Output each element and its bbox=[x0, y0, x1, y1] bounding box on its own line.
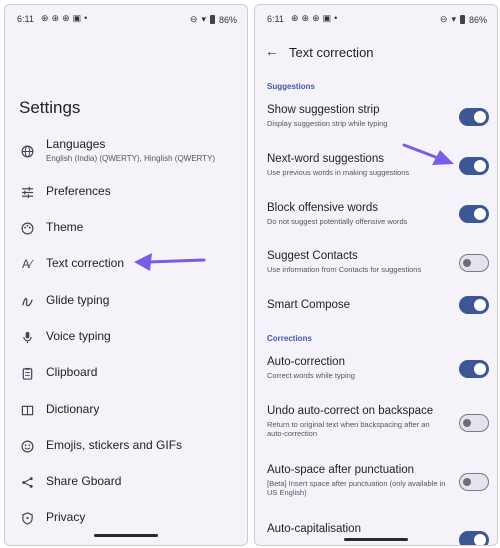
text-correction-icon: A∕ bbox=[21, 257, 32, 271]
setting-undo-auto-correct[interactable]: Undo auto-correct on backspace Return to… bbox=[267, 404, 489, 438]
battery-icon bbox=[209, 15, 215, 24]
settings-item-label: Privacy bbox=[46, 510, 86, 524]
shield-icon bbox=[19, 510, 35, 526]
wifi-icon: ▾ bbox=[451, 14, 456, 24]
setting-sublabel: Return to original text when backspacing… bbox=[267, 420, 430, 438]
setting-sublabel: [Beta] Insert space after punctuation (o… bbox=[267, 479, 446, 497]
setting-label: Show suggestion strip bbox=[267, 104, 380, 116]
gesture-bar[interactable] bbox=[344, 538, 408, 541]
status-bar: 6:11 ⊕⊕⊕▣• ⊖ ▾ 86% bbox=[255, 5, 497, 31]
settings-item-preferences[interactable]: Preferences bbox=[5, 177, 247, 207]
toggle-auto-space[interactable] bbox=[459, 473, 489, 491]
dnd-icon: ⊖ bbox=[189, 14, 198, 24]
page-title: Settings bbox=[19, 98, 81, 117]
annotation-arrow-icon bbox=[402, 143, 454, 165]
status-bar: 6:11 ⊕⊕⊕▣• ⊖ ▾ 86% bbox=[5, 5, 247, 31]
settings-item-label: Dictionary bbox=[46, 402, 100, 416]
annotation-arrow-icon bbox=[134, 253, 206, 271]
section-header-corrections: Corrections bbox=[267, 334, 312, 343]
share-icon bbox=[19, 474, 35, 490]
setting-show-suggestion-strip[interactable]: Show suggestion strip Display suggestion… bbox=[267, 103, 489, 128]
setting-label: Smart Compose bbox=[267, 299, 351, 311]
settings-item-label: Preferences bbox=[46, 184, 111, 198]
toggle-smart-compose[interactable] bbox=[459, 296, 489, 314]
setting-label: Auto-correction bbox=[267, 356, 345, 368]
settings-screen: 6:11 ⊕⊕⊕▣• ⊖ ▾ 86% Settings Languages En… bbox=[4, 4, 248, 546]
battery-level: 86% bbox=[218, 14, 237, 25]
settings-item-clipboard[interactable]: Clipboard bbox=[5, 358, 247, 388]
palette-icon bbox=[19, 220, 35, 236]
status-right: ⊖ ▾ 86% bbox=[190, 14, 237, 25]
status-time: 6:11 bbox=[267, 14, 284, 24]
section-header-suggestions: Suggestions bbox=[267, 82, 316, 91]
notification-icons: ⊕⊕⊕▣• bbox=[291, 13, 341, 23]
text-correction-screen: 6:11 ⊕⊕⊕▣• ⊖ ▾ 86% ← Text correction Sug… bbox=[254, 4, 498, 546]
setting-sublabel: Correct words while typing bbox=[267, 371, 355, 380]
page-title: Text correction bbox=[289, 45, 374, 60]
book-icon bbox=[19, 402, 35, 418]
settings-item-theme[interactable]: Theme bbox=[5, 213, 247, 243]
toggle-auto-correction[interactable] bbox=[459, 360, 489, 378]
setting-label: Block offensive words bbox=[267, 202, 379, 214]
settings-item-sublabel: English (India) (QWERTY), Hinglish (QWER… bbox=[46, 154, 216, 163]
setting-label: Suggest Contacts bbox=[267, 250, 358, 262]
setting-smart-compose[interactable]: Smart Compose bbox=[267, 298, 489, 312]
app-bar: ← Text correction bbox=[255, 38, 497, 68]
settings-item-share-gboard[interactable]: Share Gboard bbox=[5, 467, 247, 497]
settings-item-label: Text correction bbox=[46, 256, 125, 270]
setting-block-offensive-words[interactable]: Block offensive words Do not suggest pot… bbox=[267, 201, 489, 226]
setting-label: Auto-space after punctuation bbox=[267, 464, 415, 476]
settings-item-glide-typing[interactable]: Glide typing bbox=[5, 286, 247, 316]
settings-item-dictionary[interactable]: Dictionary bbox=[5, 395, 247, 425]
setting-sublabel: Do not suggest potentially offensive wor… bbox=[267, 217, 408, 226]
settings-item-text-correction[interactable]: A∕ Text correction bbox=[5, 249, 247, 279]
clipboard-icon bbox=[19, 365, 35, 381]
settings-item-label: Glide typing bbox=[46, 293, 110, 307]
setting-auto-correction[interactable]: Auto-correction Correct words while typi… bbox=[267, 355, 489, 380]
setting-sublabel: Display suggestion strip while typing bbox=[267, 119, 388, 128]
emoji-icon bbox=[19, 438, 35, 454]
toggle-show-suggestion-strip[interactable] bbox=[459, 108, 489, 126]
toggle-auto-capitalisation[interactable] bbox=[459, 531, 489, 545]
dnd-icon: ⊖ bbox=[439, 14, 448, 24]
toggle-undo-auto-correct[interactable] bbox=[459, 414, 489, 432]
toggle-next-word-suggestions[interactable] bbox=[459, 157, 489, 175]
notification-icons: ⊕⊕⊕▣• bbox=[41, 13, 91, 23]
toggle-block-offensive-words[interactable] bbox=[459, 205, 489, 223]
settings-item-label: Languages bbox=[46, 137, 106, 151]
setting-sublabel: Use information from Contacts for sugges… bbox=[267, 265, 422, 274]
status-right: ⊖ ▾ 86% bbox=[440, 14, 487, 25]
setting-label: Auto-capitalisation bbox=[267, 523, 361, 535]
globe-icon bbox=[19, 143, 35, 159]
glide-icon bbox=[19, 293, 35, 309]
battery-icon bbox=[459, 15, 465, 24]
settings-item-label: Clipboard bbox=[46, 365, 98, 379]
setting-label: Undo auto-correct on backspace bbox=[267, 405, 434, 417]
settings-item-voice-typing[interactable]: Voice typing bbox=[5, 322, 247, 352]
settings-item-label: Voice typing bbox=[46, 329, 111, 343]
status-time: 6:11 bbox=[17, 14, 34, 24]
gesture-bar[interactable] bbox=[94, 534, 158, 537]
mic-icon bbox=[19, 329, 35, 345]
settings-item-languages[interactable]: Languages English (India) (QWERTY), Hing… bbox=[5, 134, 247, 170]
settings-item-privacy[interactable]: Privacy bbox=[5, 503, 247, 533]
setting-auto-capitalisation[interactable]: Auto-capitalisation bbox=[267, 522, 489, 536]
setting-auto-space[interactable]: Auto-space after punctuation [Beta] Inse… bbox=[267, 463, 489, 497]
settings-item-label: Theme bbox=[46, 220, 84, 234]
setting-suggest-contacts[interactable]: Suggest Contacts Use information from Co… bbox=[267, 249, 489, 274]
wifi-icon: ▾ bbox=[201, 14, 206, 24]
settings-item-emojis[interactable]: Emojis, stickers and GIFs bbox=[5, 431, 247, 461]
sliders-icon bbox=[19, 184, 35, 200]
battery-level: 86% bbox=[468, 14, 487, 25]
toggle-suggest-contacts[interactable] bbox=[459, 254, 489, 272]
settings-item-label: Share Gboard bbox=[46, 474, 122, 488]
settings-item-label: Emojis, stickers and GIFs bbox=[46, 438, 183, 452]
back-arrow-icon[interactable]: ← bbox=[265, 43, 279, 59]
